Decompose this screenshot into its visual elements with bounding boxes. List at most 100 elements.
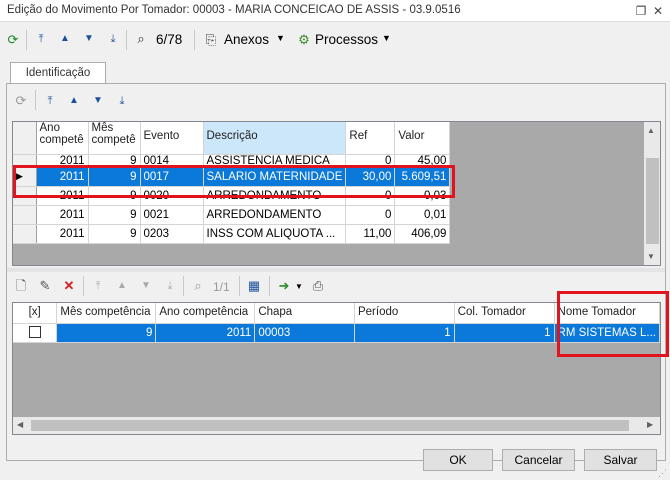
tomador-table: [x] Mês competência Ano competência Chap…: [13, 303, 660, 343]
col-header-col-tomador[interactable]: Col. Tomador: [454, 303, 555, 324]
chevron-down-icon[interactable]: ▼: [295, 282, 303, 291]
page-counter: 1/1: [213, 280, 230, 294]
scroll-right-icon[interactable]: ▶: [647, 420, 653, 429]
col-header-ano[interactable]: Ano competê: [36, 122, 89, 155]
cell-valor: 0,01: [394, 205, 451, 225]
cell-mes: 9: [88, 167, 141, 187]
scroll-up-icon[interactable]: ▲: [647, 126, 655, 135]
main-toolbar: ⟳ ⤒ ▲ ▼ ⤓ ⌕ 6/78 ⎘ Anexos ▼ ⚙ Processos …: [0, 24, 670, 56]
cell-ref: 0: [345, 186, 396, 206]
col-header-ref[interactable]: Ref: [345, 122, 396, 155]
cell-descricao: SALARIO MATERNIDADE: [203, 167, 347, 187]
toolbar-separator: [126, 30, 127, 50]
calendar-grid-icon[interactable]: ▦: [245, 277, 263, 295]
table-row[interactable]: 2011 9 0014 ASSISTENCIA MEDICA 0 45,00: [13, 154, 451, 168]
export-arrow-icon[interactable]: ➜: [275, 277, 293, 295]
cell-ano: 2011: [36, 167, 89, 187]
table-row[interactable]: 2011 9 0021 ARREDONDAMENTO 0 0,01: [13, 205, 451, 225]
vertical-scrollbar[interactable]: ▲ ▼: [644, 122, 660, 265]
cell-valor: 5.609,51: [394, 167, 451, 187]
next-record-icon[interactable]: ▼: [137, 277, 155, 295]
toolbar-separator: [239, 276, 240, 296]
table-row[interactable]: 2011 9 0020 ARREDONDAMENTO 0 0,03: [13, 186, 451, 206]
col-header-nome-tomador[interactable]: Nome Tomador: [554, 303, 660, 324]
eventos-table: Ano competê Mês competê Evento Descrição R…: [13, 122, 451, 244]
col-header-chapa[interactable]: Chapa: [254, 303, 355, 324]
printer-icon[interactable]: ⎙: [309, 277, 327, 295]
row-selector[interactable]: [13, 186, 37, 206]
col-header-checkbox[interactable]: [x]: [13, 303, 58, 324]
col-header-text: Ano: [39, 122, 60, 134]
cell-mes: 9: [88, 154, 141, 168]
col-header-descricao[interactable]: Descrição: [203, 122, 347, 155]
splitter[interactable]: [7, 268, 665, 272]
previous-record-icon[interactable]: ▲: [113, 277, 131, 295]
col-header-mes[interactable]: Mês competê: [88, 122, 141, 155]
salvar-button[interactable]: Salvar: [584, 449, 657, 471]
cell-descricao: INSS COM ALIQUOTA ...: [203, 224, 347, 244]
ok-button[interactable]: OK: [423, 449, 493, 471]
col-header-ano-competencia[interactable]: Ano competência: [155, 303, 256, 324]
next-record-icon[interactable]: ▼: [89, 92, 107, 110]
first-record-icon[interactable]: ⤒: [89, 277, 107, 295]
col-header-valor[interactable]: Valor: [394, 122, 451, 155]
toolbar-separator: [194, 30, 195, 50]
restore-icon[interactable]: ❐: [633, 3, 649, 19]
cancelar-button[interactable]: Cancelar: [502, 449, 575, 471]
table-row-selected[interactable]: 9 2011 00003 1 1 RM SISTEMAS L...: [13, 323, 660, 343]
horizontal-scrollbar[interactable]: ◀ ▶: [13, 417, 660, 434]
tab-identificacao[interactable]: Identificação: [10, 62, 106, 84]
first-record-icon[interactable]: ⤒: [32, 30, 50, 48]
row-selector[interactable]: [13, 205, 37, 225]
cell-descricao: ARREDONDAMENTO: [203, 205, 347, 225]
last-record-icon[interactable]: ⤓: [113, 92, 131, 110]
cell-ano: 2011: [36, 205, 89, 225]
tomador-grid: [x] Mês competência Ano competência Chap…: [12, 302, 661, 435]
previous-record-icon[interactable]: ▲: [65, 92, 83, 110]
cell-ref: 0: [345, 154, 396, 168]
toolbar-separator: [269, 276, 270, 296]
col-header-mes-competencia[interactable]: Mês competência: [56, 303, 157, 324]
scrollbar-thumb[interactable]: [646, 158, 659, 244]
cell-valor: 45,00: [394, 154, 451, 168]
last-record-icon[interactable]: ⤓: [104, 30, 122, 48]
table-row[interactable]: 2011 9 0203 INSS COM ALIQUOTA ... 11,00 …: [13, 224, 451, 244]
refresh-icon[interactable]: ⟳: [4, 31, 22, 49]
new-document-icon[interactable]: 🗋: [12, 277, 30, 295]
next-record-icon[interactable]: ▼: [80, 30, 98, 48]
scrollbar-thumb[interactable]: [31, 420, 629, 431]
processos-button[interactable]: ⚙ Processos ▼: [293, 30, 393, 50]
cell-ano-competencia: 2011: [155, 323, 256, 343]
cell-periodo: 1: [354, 323, 455, 343]
binoculars-icon[interactable]: ⌕: [189, 277, 207, 295]
col-header-periodo[interactable]: Período: [354, 303, 455, 324]
cell-evento: 0203: [140, 224, 204, 244]
current-row-indicator-icon[interactable]: ▶: [13, 167, 37, 187]
eventos-grid: Ano competê Mês competê Evento Descrição R…: [12, 121, 661, 266]
scroll-left-icon[interactable]: ◀: [17, 420, 23, 429]
refresh-icon[interactable]: ⟳: [12, 92, 30, 110]
row-checkbox[interactable]: [28, 326, 41, 339]
row-selector[interactable]: [13, 224, 37, 244]
binoculars-icon[interactable]: ⌕: [132, 30, 150, 48]
window-title: Edição do Movimento Por Tomador: 00003 -…: [7, 4, 461, 16]
cell-mes: 9: [88, 224, 141, 244]
resize-grip-icon[interactable]: ⋰: [658, 468, 667, 479]
last-record-icon[interactable]: ⤓: [161, 277, 179, 295]
cell-evento: 0017: [140, 167, 204, 187]
tab-strip: Identificação: [6, 60, 666, 84]
first-record-icon[interactable]: ⤒: [41, 92, 59, 110]
delete-icon[interactable]: ✕: [60, 277, 78, 295]
col-header-text: Mês: [91, 122, 114, 134]
col-header-evento[interactable]: Evento: [140, 122, 204, 155]
col-header-text: competê: [39, 134, 84, 146]
edit-icon[interactable]: ✎: [36, 277, 54, 295]
anexos-button[interactable]: ⎘ Anexos ▼: [200, 30, 290, 50]
row-checkbox-cell[interactable]: [13, 323, 58, 343]
row-selector[interactable]: [13, 154, 37, 168]
table-row-selected[interactable]: ▶ 2011 9 0017 SALARIO MATERNIDADE 30,00 …: [13, 167, 451, 187]
cell-ano: 2011: [36, 186, 89, 206]
close-icon[interactable]: ✕: [650, 3, 666, 19]
scroll-down-icon[interactable]: ▼: [647, 252, 655, 261]
previous-record-icon[interactable]: ▲: [56, 30, 74, 48]
